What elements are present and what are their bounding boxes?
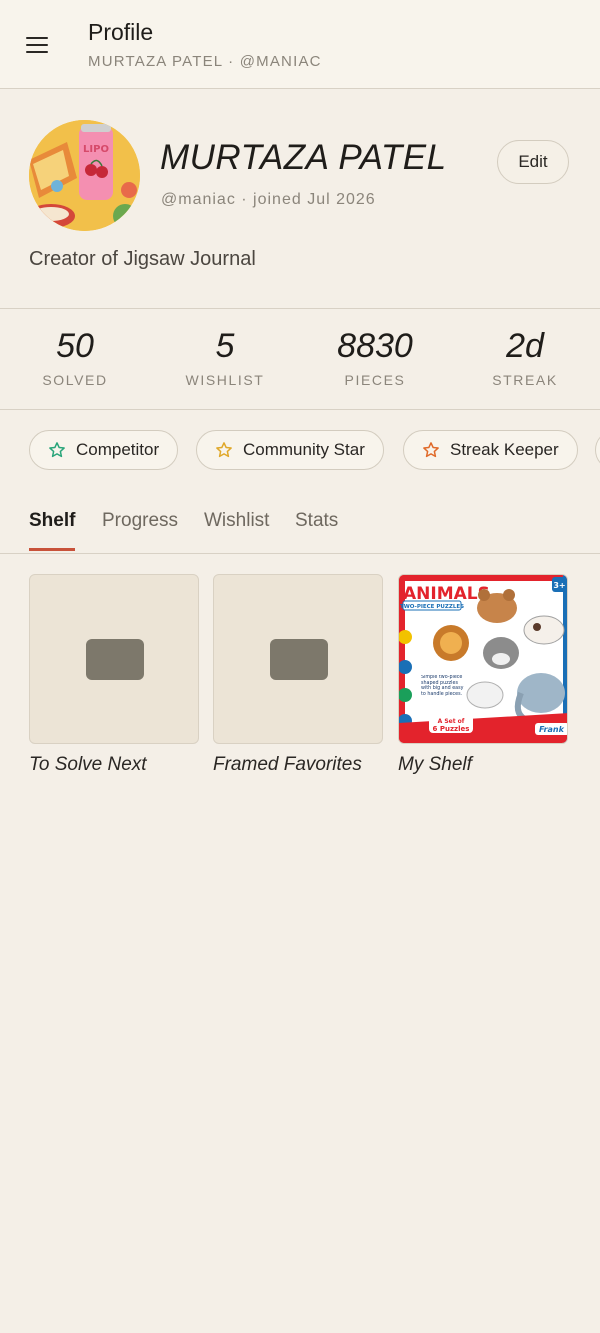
stat-value: 50	[56, 327, 94, 365]
stat-value: 5	[215, 327, 235, 365]
shelf-thumbnail[interactable]	[29, 574, 199, 744]
profile-tabs: Shelf Progress Wishlist Stats	[0, 500, 600, 554]
profile-name: MURTAZA PATEL	[160, 138, 447, 177]
box-set-line1: A Set of	[438, 718, 465, 725]
placeholder-image-icon	[86, 639, 144, 680]
edit-profile-button[interactable]: Edit	[497, 140, 569, 184]
shelf-title: Framed Favorites	[213, 754, 362, 775]
box-blurb: Simple two-piece shaped puzzles with big…	[421, 675, 464, 697]
profile-bio: Creator of Jigsaw Journal	[29, 248, 256, 270]
app-bar: Profile MURTAZA PATEL · @MANIAC	[0, 0, 600, 89]
profile-header: LIPO MURTAZA PATEL @maniac · joined Jul …	[0, 90, 600, 308]
shelf-card[interactable]: To Solve Next	[29, 574, 199, 776]
stat-value: 2d	[506, 327, 544, 365]
stat-pieces: 8830 PIECES	[300, 309, 450, 388]
badge-label: Community Star	[243, 440, 365, 459]
shelf-card[interactable]: ANIMALS TWO-PIECE PUZZLES 3+ Simple two-…	[398, 574, 568, 776]
tab-progress[interactable]: Progress	[102, 510, 178, 532]
badge-competitor[interactable]: Competitor	[29, 430, 179, 470]
badge-label: Competitor	[76, 440, 160, 459]
profile-handle: @maniac · joined Jul 2026	[161, 191, 376, 208]
stat-label: STREAK	[492, 372, 558, 388]
shelf-card[interactable]: Framed Favorites	[213, 574, 383, 776]
active-tab-indicator	[29, 548, 75, 551]
badge-community-star[interactable]: Community Star	[196, 430, 384, 470]
shelf-thumbnail[interactable]	[213, 574, 383, 744]
stats-row: 50 SOLVED 5 WISHLIST 8830 PIECES 2d STRE…	[0, 308, 600, 410]
stat-label: PIECES	[344, 372, 406, 388]
avatar[interactable]: LIPO	[29, 120, 140, 231]
box-set-line2: 6 Puzzles	[433, 725, 470, 733]
hamburger-menu-icon[interactable]	[26, 37, 48, 53]
avatar-can-label: LIPO	[83, 144, 109, 155]
shelf-title: To Solve Next	[29, 754, 147, 775]
puzzle-box-image: ANIMALS TWO-PIECE PUZZLES 3+ Simple two-…	[399, 575, 567, 743]
tab-stats[interactable]: Stats	[295, 510, 338, 532]
stat-streak: 2d STREAK	[450, 309, 600, 388]
box-age: 3+	[553, 581, 565, 590]
badge-overflow[interactable]	[595, 430, 600, 470]
badge-list: Competitor Community Star Streak Keeper	[0, 430, 600, 474]
badge-label: Streak Keeper	[450, 440, 559, 459]
shelf-title: My Shelf	[398, 754, 472, 775]
star-outline-icon	[423, 442, 439, 458]
star-outline-icon	[49, 442, 65, 458]
stat-label: SOLVED	[42, 372, 108, 388]
badge-streak-keeper[interactable]: Streak Keeper	[403, 430, 578, 470]
stat-label: WISHLIST	[185, 372, 265, 388]
tab-wishlist[interactable]: Wishlist	[204, 510, 269, 532]
box-brand: Frank	[539, 725, 565, 734]
box-subtitle: TWO-PIECE PUZZLES	[400, 604, 464, 610]
stat-wishlist: 5 WISHLIST	[150, 309, 300, 388]
shelf-thumbnail[interactable]: ANIMALS TWO-PIECE PUZZLES 3+ Simple two-…	[398, 574, 568, 744]
star-outline-icon	[216, 442, 232, 458]
page-title: Profile	[88, 19, 154, 45]
page-subtitle: MURTAZA PATEL · @MANIAC	[88, 53, 322, 70]
placeholder-image-icon	[270, 639, 328, 680]
stat-value: 8830	[337, 327, 413, 365]
stat-solved: 50 SOLVED	[0, 309, 150, 388]
tab-shelf[interactable]: Shelf	[29, 510, 75, 532]
